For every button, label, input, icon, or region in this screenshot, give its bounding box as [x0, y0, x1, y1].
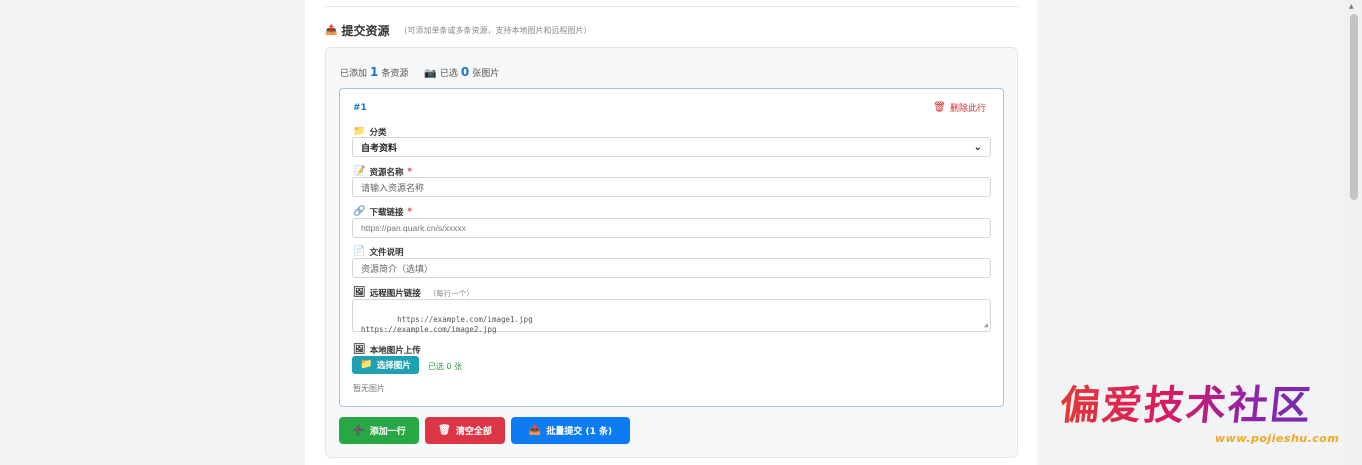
category-select[interactable]: 自考资料 ⌄ [352, 137, 991, 157]
empty-images-text: 暂无图片 [353, 384, 385, 393]
memo-icon: 📝 [353, 166, 366, 177]
batch-card: 已添加 1 条资源 📷 已选 0 张图片 #1 🗑 删除此行 📁 分类 自考资料… [325, 47, 1018, 458]
batch-submit-button[interactable]: 📤 批量提交 (1 条) [511, 417, 630, 444]
selected-count: 0 [460, 65, 470, 79]
upload-tray-icon: 📤 [528, 424, 542, 436]
remote-hint: （每行一个） [428, 288, 474, 298]
folder-icon: 📁 [353, 126, 366, 137]
picked-count: 已选 0 张 [428, 362, 463, 371]
link-label-text: 下载链接 [369, 208, 404, 218]
trash-icon: 🗑 [438, 424, 451, 436]
image-icon: 🖼 [353, 287, 366, 298]
section-title: 提交资源 [341, 24, 390, 38]
link-input[interactable]: https://pan.quark.cn/s/xxxxx [352, 218, 991, 238]
resource-row: #1 🗑 删除此行 📁 分类 自考资料 ⌄ 📝 资源名称 * 请输入资源名称 🔗… [339, 88, 1004, 407]
upload-tray-icon: 📤 [325, 24, 338, 36]
divider [325, 6, 1019, 7]
category-value: 自考资料 [361, 143, 398, 154]
selected-suffix: 张图片 [472, 69, 500, 79]
desc-input[interactable]: 资源简介（选填） [352, 258, 991, 278]
choose-image-button[interactable]: 📁 选择图片 [352, 356, 419, 374]
delete-row-button[interactable]: 🗑 删除此行 [933, 101, 986, 114]
site-watermark: 偏爱技术社区 www.pojieshu.com [1058, 382, 1362, 464]
page-scrollbar[interactable]: ▲ [1344, 0, 1362, 465]
section-header: 📤 提交资源 （可添加单条或多条资源，支持本地图片和远程图片） [325, 22, 591, 39]
clear-all-button[interactable]: 🗑 清空全部 [425, 417, 505, 444]
desc-label-text: 文件说明 [369, 248, 404, 258]
choose-image-label: 选择图片 [376, 361, 411, 371]
delete-row-label: 删除此行 [949, 104, 986, 114]
image-icon: 🖼 [353, 344, 366, 355]
added-prefix: 已添加 [340, 69, 368, 79]
clear-all-label: 清空全部 [455, 427, 492, 437]
scrollbar-thumb[interactable] [1350, 14, 1358, 200]
required-mark: * [407, 167, 412, 177]
added-count: 1 [370, 65, 379, 79]
added-suffix: 条资源 [381, 69, 409, 79]
resize-grip-icon[interactable]: ◢ [984, 320, 988, 330]
link-placeholder: https://pan.quark.cn/s/xxxxx [361, 223, 466, 233]
batch-submit-label: 批量提交 (1 条) [546, 427, 613, 437]
content-panel: 📤 提交资源 （可添加单条或多条资源，支持本地图片和远程图片） 已添加 1 条资… [305, 0, 1037, 465]
selected-prefix: 已选 [439, 69, 458, 79]
scroll-up-icon[interactable]: ▲ [1349, 3, 1354, 10]
folder-icon: 📁 [360, 359, 373, 370]
add-row-button[interactable]: ➕ 添加一行 [339, 417, 419, 444]
chevron-down-icon: ⌄ [973, 141, 982, 153]
name-placeholder: 请输入资源名称 [361, 183, 425, 194]
watermark-title: 偏爱技术社区 [1058, 382, 1362, 429]
link-label: 🔗 下载链接 * [353, 206, 412, 219]
local-label: 🖼 本地图片上传 [353, 344, 421, 357]
document-icon: 📄 [353, 246, 366, 257]
desc-placeholder: 资源简介（选填） [361, 264, 434, 275]
remote-label-text: 远程图片链接 [369, 289, 421, 299]
required-mark: * [407, 207, 412, 217]
add-row-label: 添加一行 [369, 427, 406, 437]
section-hint: （可添加单条或多条资源，支持本地图片和远程图片） [399, 26, 592, 35]
local-label-text: 本地图片上传 [369, 346, 421, 356]
trash-icon: 🗑 [933, 101, 946, 113]
camera-icon: 📷 [424, 68, 437, 79]
remote-label: 🖼 远程图片链接 （每行一个） [353, 287, 474, 300]
link-icon: 🔗 [353, 206, 366, 217]
desc-label: 📄 文件说明 [353, 246, 404, 259]
remote-placeholder: https://example.com/image1.jpg https://e… [361, 315, 533, 334]
stats-bar: 已添加 1 条资源 📷 已选 0 张图片 [340, 65, 499, 79]
name-input[interactable]: 请输入资源名称 [352, 177, 991, 197]
plus-icon: ➕ [352, 424, 365, 436]
watermark-url: www.pojieshu.com [1215, 432, 1340, 445]
remote-urls-textarea[interactable]: https://example.com/image1.jpg https://e… [352, 299, 991, 334]
row-number: #1 [353, 103, 367, 113]
